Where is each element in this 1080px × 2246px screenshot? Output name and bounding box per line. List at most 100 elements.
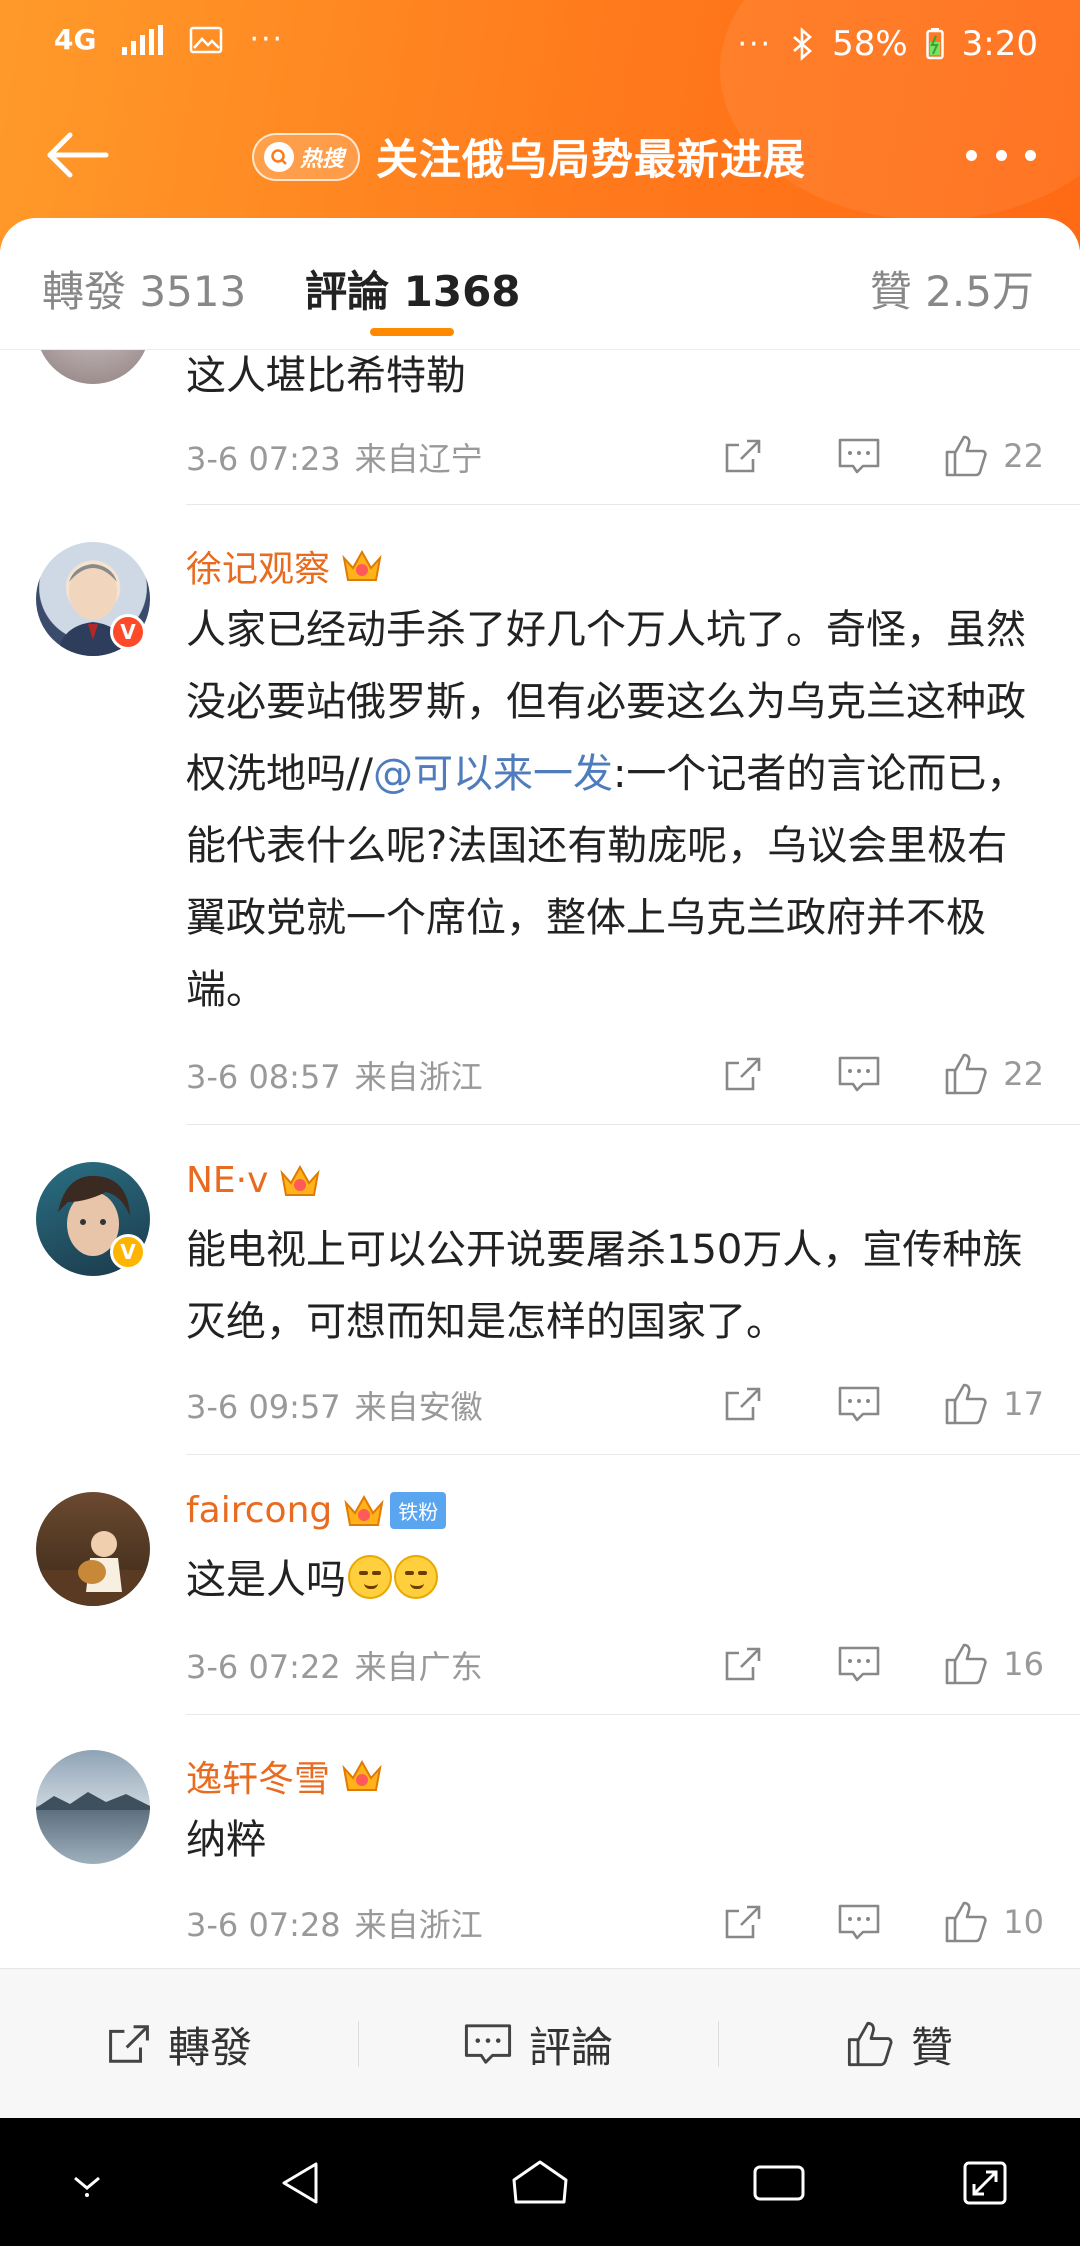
recents-icon	[753, 2165, 805, 2201]
comment-actions: 10	[723, 1900, 1044, 1944]
comment-meta: 3-6 07:28 来自浙江	[186, 1900, 483, 1946]
tab-bar: 轉發 3513 評論 1368 贊 2.5万	[0, 218, 1080, 350]
comment-icon	[838, 438, 880, 474]
comment-time: 3-6 08:57	[186, 1058, 341, 1096]
repost-label: 轉發	[167, 2022, 252, 2072]
nav-back-button[interactable]	[266, 2148, 336, 2218]
battery-percent: 58%	[832, 24, 908, 64]
nav-home-button[interactable]	[505, 2148, 575, 2218]
share-icon	[725, 439, 761, 473]
tab-repost[interactable]: 轉發 3513	[42, 258, 246, 319]
like-label: 贊	[910, 2022, 953, 2072]
like-button[interactable]: 22	[943, 434, 1044, 478]
comment-list[interactable]: 这人堪比希特勒 3-6 07:23 来自辽宁 22 V 徐记观察 人家已经动手杀了…	[0, 350, 1080, 1968]
crown-icon	[344, 1494, 384, 1526]
write-comment-button[interactable]: 評論	[358, 1969, 718, 2119]
thumbs-up-icon	[847, 2021, 893, 2067]
crown-icon	[280, 1164, 321, 1196]
avatar[interactable]	[36, 1750, 150, 1864]
verified-badge-icon: V	[110, 614, 146, 650]
comment-button[interactable]	[837, 1903, 881, 1941]
page-title: 关注俄乌局势最新进展	[376, 135, 807, 184]
share-button[interactable]	[723, 1055, 763, 1093]
crown-icon	[342, 549, 382, 581]
verified-badge-icon: V	[110, 1234, 146, 1270]
like-button[interactable]: 22	[943, 1052, 1044, 1096]
share-button[interactable]	[723, 1645, 763, 1683]
like-count: 10	[1003, 1903, 1044, 1941]
status-bar: 4G ··· ··· 58% 3:20	[0, 0, 1080, 90]
header: 4G ··· ··· 58% 3:20 热搜 关注俄乌局势最新进展	[0, 0, 1080, 250]
network-indicator: 4G	[54, 22, 97, 56]
fan-badge: 铁粉	[390, 1492, 447, 1529]
comment-button[interactable]	[837, 1385, 881, 1423]
signal-icon	[122, 24, 164, 55]
like-post-button[interactable]: 贊	[718, 1969, 1080, 2119]
username[interactable]: faircong	[186, 1490, 332, 1531]
thumbs-up-icon	[945, 1643, 987, 1685]
hot-search-label: 热搜	[300, 146, 345, 172]
comment-time: 3-6 07:28	[186, 1906, 341, 1944]
comment-location: 来自辽宁	[354, 440, 483, 478]
mention-link[interactable]: @可以来一发	[373, 751, 613, 797]
thumbs-up-icon	[945, 1383, 987, 1425]
nav-expand-button[interactable]	[950, 2148, 1020, 2218]
like-button[interactable]: 10	[943, 1900, 1044, 1944]
status-overflow-right: ···	[737, 26, 773, 62]
system-navigation-bar	[0, 2118, 1080, 2246]
comment-meta: 3-6 08:57 来自浙江	[186, 1052, 483, 1098]
like-count: 22	[1003, 1055, 1044, 1093]
comment-divider	[186, 1714, 1080, 1715]
thumbs-up-icon	[945, 1901, 987, 1943]
active-tab-indicator	[370, 328, 454, 336]
comment-text: 这是人吗	[186, 1544, 1046, 1616]
comment-icon	[838, 1056, 880, 1092]
comment-label: 評論	[528, 2022, 613, 2072]
share-button[interactable]	[723, 1385, 763, 1423]
share-icon	[109, 2025, 149, 2063]
comment-actions: 17	[723, 1382, 1044, 1426]
more-button[interactable]	[966, 130, 1036, 180]
expand-icon	[963, 2161, 1007, 2205]
comment-button[interactable]	[837, 1055, 881, 1093]
username[interactable]: NE·v	[186, 1160, 268, 1201]
share-icon	[725, 1057, 761, 1091]
comment-button[interactable]	[837, 437, 881, 475]
share-button[interactable]	[723, 1903, 763, 1941]
comment-actions: 22	[723, 1052, 1044, 1096]
sweat-smile-emoji-icon	[394, 1555, 438, 1599]
avatar[interactable]	[36, 1492, 150, 1606]
comment-divider	[186, 504, 1080, 505]
home-icon	[512, 2160, 568, 2204]
comment-time: 3-6 07:22	[186, 1648, 341, 1686]
comment-text: 能电视上可以公开说要屠杀150万人，宣传种族灭绝，可想而知是怎样的国家了。	[186, 1227, 1023, 1345]
top-navigation: 热搜 关注俄乌局势最新进展	[0, 100, 1080, 210]
comment-button[interactable]	[837, 1645, 881, 1683]
bottom-action-bar: 轉發 評論 贊	[0, 1968, 1080, 2118]
like-count: 16	[1003, 1645, 1044, 1683]
repost-button[interactable]: 轉發	[0, 1969, 358, 2119]
avatar[interactable]	[36, 350, 150, 384]
thumbs-up-icon	[945, 435, 987, 477]
nav-recents-button[interactable]	[744, 2148, 814, 2218]
hot-search-tag[interactable]: 热搜	[252, 132, 361, 181]
more-dots-icon	[966, 149, 977, 161]
status-overflow-left: ···	[249, 22, 285, 57]
hide-nav-button[interactable]	[52, 2148, 122, 2218]
back-button[interactable]	[40, 118, 114, 192]
username[interactable]: 徐记观察	[186, 540, 330, 592]
share-button[interactable]	[723, 437, 763, 475]
comment-location: 来自安徽	[354, 1388, 483, 1426]
triangle-back-icon	[282, 2162, 318, 2204]
comment-icon	[838, 1386, 880, 1422]
battery-icon	[925, 28, 944, 60]
comment-time: 3-6 09:57	[186, 1388, 341, 1426]
like-button[interactable]: 17	[943, 1382, 1044, 1426]
username[interactable]: 逸轩冬雪	[186, 1750, 330, 1802]
comment-text: 这人堪比希特勒	[186, 353, 466, 399]
tab-like[interactable]: 贊 2.5万	[870, 258, 1034, 319]
tab-comment[interactable]: 評論 1368	[305, 258, 521, 319]
comment-location: 来自浙江	[354, 1906, 483, 1944]
like-button[interactable]: 16	[943, 1642, 1044, 1686]
share-icon	[725, 1647, 761, 1681]
